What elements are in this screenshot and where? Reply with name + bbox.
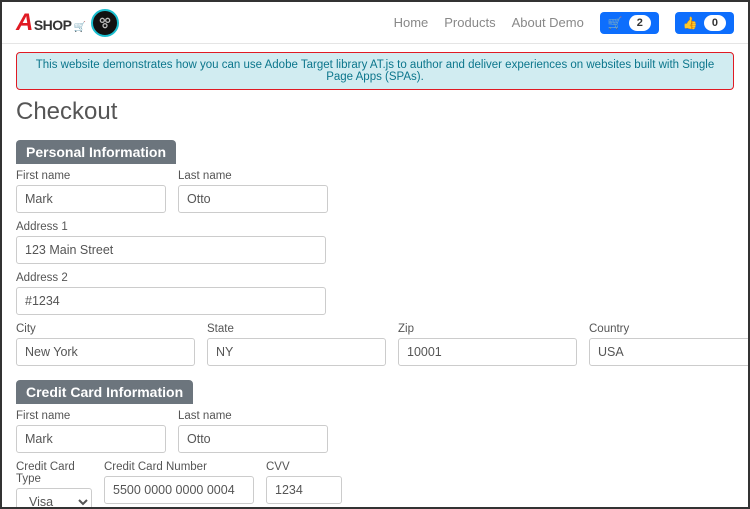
cart-button[interactable]: 🛒 2	[600, 12, 659, 34]
section-personal: Personal Information	[16, 140, 176, 164]
cart-icon: 🛒	[608, 16, 623, 30]
input-state[interactable]	[207, 338, 386, 366]
label-cc-last-name: Last name	[178, 410, 328, 422]
likes-count-badge: 0	[704, 15, 726, 31]
label-state: State	[207, 323, 386, 335]
logo-word: SHOP	[34, 17, 72, 33]
logo-letter: A	[16, 9, 33, 37]
label-address1: Address 1	[16, 221, 326, 233]
label-cc-type: Credit Card Type	[16, 461, 92, 485]
input-address1[interactable]	[16, 236, 326, 264]
input-cc-first-name[interactable]	[16, 425, 166, 453]
input-zip[interactable]	[398, 338, 577, 366]
label-cc-first-name: First name	[16, 410, 166, 422]
input-cc-number[interactable]	[104, 476, 254, 504]
label-zip: Zip	[398, 323, 577, 335]
thumbs-up-icon: 👍	[683, 16, 698, 30]
input-last-name[interactable]	[178, 185, 328, 213]
top-bar: A SHOP 🛒 Home Products About Demo 🛒 2 👍 …	[2, 2, 748, 44]
label-cc-number: Credit Card Number	[104, 461, 254, 473]
input-cvv[interactable]	[266, 476, 342, 504]
label-country: Country	[589, 323, 750, 335]
nav-home[interactable]: Home	[394, 15, 429, 30]
cart-glyph-icon: 🛒	[74, 22, 86, 33]
likes-button[interactable]: 👍 0	[675, 12, 734, 34]
input-address2[interactable]	[16, 287, 326, 315]
logo[interactable]: A SHOP 🛒	[16, 9, 119, 37]
cart-count-badge: 2	[629, 15, 651, 31]
select-cc-type[interactable]: Visa	[16, 488, 92, 509]
nav-products[interactable]: Products	[444, 15, 495, 30]
label-address2: Address 2	[16, 272, 326, 284]
page-title: Checkout	[16, 98, 734, 126]
label-first-name: First name	[16, 170, 166, 182]
input-city[interactable]	[16, 338, 195, 366]
section-credit: Credit Card Information	[16, 380, 193, 404]
nav-about[interactable]: About Demo	[512, 15, 584, 30]
input-country[interactable]	[589, 338, 750, 366]
input-first-name[interactable]	[16, 185, 166, 213]
gear-badge-icon	[91, 9, 119, 37]
label-last-name: Last name	[178, 170, 328, 182]
label-city: City	[16, 323, 195, 335]
input-cc-last-name[interactable]	[178, 425, 328, 453]
info-banner: This website demonstrates how you can us…	[16, 52, 734, 90]
label-cvv: CVV	[266, 461, 342, 473]
